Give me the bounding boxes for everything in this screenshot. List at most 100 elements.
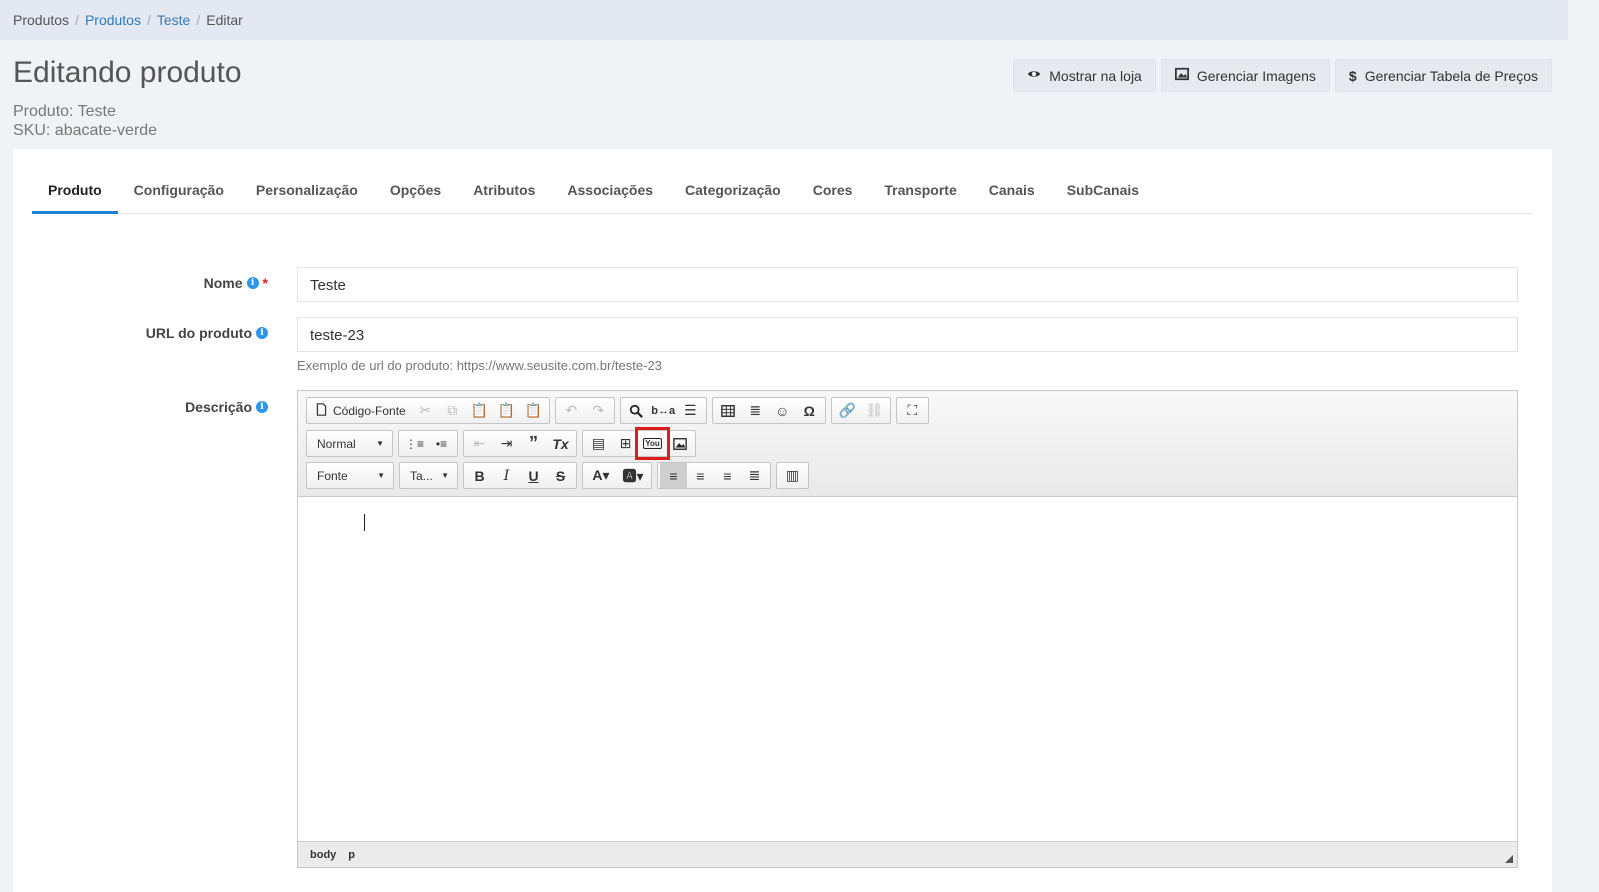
toolbar-group: Código-Fonte ✂ ⧉ 📋 📋 📋 [306,397,550,424]
breadcrumb-root: Produtos [13,12,70,28]
path-body[interactable]: body [310,849,336,861]
table-icon[interactable] [715,398,742,423]
url-label-text: URL do produto [145,325,252,341]
underline-icon[interactable]: U [520,463,547,488]
toolbar-row: Normal ▼ ⋮≡ •≡ ⇤ ⇥ ” Tx ▤ ⊞ You [306,427,696,460]
show-in-store-button[interactable]: Mostrar na loja [1013,59,1156,92]
align-center-icon[interactable]: ≡ [687,463,714,488]
indent-icon[interactable]: ⇥ [493,431,520,456]
text-caret [364,514,365,531]
editor-content-area[interactable] [298,497,1517,841]
outdent-icon[interactable]: ⇤ [466,431,493,456]
breadcrumb-separator: / [75,12,79,28]
document-icon [315,402,328,419]
link-icon[interactable]: 🔗 [834,398,861,423]
name-input[interactable]: Teste [297,267,1518,302]
italic-icon[interactable]: I [493,463,520,488]
breadcrumb: Produtos / Produtos / Teste / Editar [0,0,1568,40]
undo-icon[interactable]: ↶ [558,398,585,423]
bulleted-list-icon[interactable]: •≡ [428,431,455,456]
tab-subcanais[interactable]: SubCanais [1051,169,1155,214]
tab-atributos[interactable]: Atributos [457,169,551,214]
description-label: Descrição i [185,399,268,415]
toolbar-group: b↔a ☰ [619,397,707,424]
resize-handle-icon[interactable] [1505,855,1513,863]
toolbar-group: ≡ ≡ ≡ ≣ [657,462,771,489]
manage-prices-button[interactable]: $ Gerenciar Tabela de Preços [1334,59,1552,92]
show-blocks-icon[interactable]: ▥ [779,463,806,488]
manage-images-button[interactable]: Gerenciar Imagens [1160,59,1330,92]
background-color-icon[interactable]: 🅰▾ [617,463,649,488]
cut-icon[interactable]: ✂ [412,398,439,423]
tab-configuracao[interactable]: Configuração [118,169,240,214]
tab-personalizacao[interactable]: Personalização [240,169,374,214]
info-icon[interactable]: i [256,401,268,413]
tab-opcoes[interactable]: Opções [374,169,457,214]
search-icon[interactable] [623,398,650,423]
toolbar-group: ▥ [776,462,809,489]
tab-associacoes[interactable]: Associações [551,169,669,214]
smiley-icon[interactable]: ☺ [769,398,796,423]
show-in-store-label: Mostrar na loja [1049,67,1142,84]
toolbar-row: Fonte ▼ Ta... ▼ B I U S A▾ 🅰▾ ≡ ≡ ≡ ≣ ▥ [306,462,809,489]
breadcrumb-teste-link[interactable]: Teste [157,12,190,28]
strikethrough-icon[interactable]: S [547,463,574,488]
paste-text-icon[interactable]: 📋 [493,398,520,423]
text-color-icon[interactable]: A▾ [585,463,617,488]
toolbar-row: Código-Fonte ✂ ⧉ 📋 📋 📋 ↶ ↷ b↔a ☰ ≣ ☺ Ω 🔗… [306,397,929,424]
font-select[interactable]: Fonte ▼ [306,462,394,489]
chevron-down-icon: ▼ [376,439,384,448]
tab-canais[interactable]: Canais [973,169,1051,214]
horizontal-line-icon[interactable]: ≣ [742,398,769,423]
toolbar-group: B I U S [463,462,577,489]
video-icon[interactable]: ▤ [585,431,612,456]
page-actions: Mostrar na loja Gerenciar Imagens $ Gere… [1013,59,1552,92]
align-right-icon[interactable]: ≡ [714,463,741,488]
source-label: Código-Fonte [333,403,406,418]
breadcrumb-produtos-link[interactable]: Produtos [85,12,141,28]
product-tabs: Produto Configuração Personalização Opçõ… [32,169,1532,214]
size-select[interactable]: Ta... ▼ [399,462,458,489]
unlink-icon[interactable]: ⛓ [861,398,888,423]
sku-line: SKU: abacate-verde [13,122,158,139]
description-label-text: Descrição [185,399,252,415]
tab-cores[interactable]: Cores [797,169,869,214]
source-button[interactable]: Código-Fonte [309,398,412,423]
bold-icon[interactable]: B [466,463,493,488]
redo-icon[interactable]: ↷ [585,398,612,423]
url-input[interactable]: teste-23 [297,317,1518,352]
maximize-icon[interactable]: ⛶ [899,398,926,423]
size-select-value: Ta... [410,468,433,483]
blockquote-icon[interactable]: ” [520,431,547,456]
toolbar-group: ⛶ [895,397,929,424]
special-char-icon[interactable]: Ω [796,398,823,423]
tab-transporte[interactable]: Transporte [868,169,972,214]
image-icon[interactable] [666,431,693,456]
scrollbar-track[interactable] [1568,0,1599,892]
editor-status-bar: body p [298,841,1517,867]
paste-icon[interactable]: 📋 [466,398,493,423]
path-p[interactable]: p [348,849,355,861]
align-left-icon[interactable]: ≡ [660,463,687,488]
replace-icon[interactable]: b↔a [650,398,677,423]
numbered-list-icon[interactable]: ⋮≡ [401,431,428,456]
info-icon[interactable]: i [256,327,268,339]
select-all-icon[interactable]: ☰ [677,398,704,423]
eye-icon [1027,67,1041,84]
tab-produto[interactable]: Produto [32,169,118,214]
url-hint: Exemplo de url do produto: https://www.s… [297,358,662,373]
copy-icon[interactable]: ⧉ [439,398,466,423]
tab-categorizacao[interactable]: Categorização [669,169,797,214]
format-select[interactable]: Normal ▼ [306,430,393,457]
youtube-icon[interactable]: You [635,427,670,460]
align-justify-icon[interactable]: ≣ [741,463,768,488]
format-select-value: Normal [317,436,356,451]
manage-images-label: Gerenciar Imagens [1196,67,1316,84]
info-icon[interactable]: i [246,277,259,289]
iframe-icon[interactable]: ⊞ [612,431,639,456]
toolbar-group: ⇤ ⇥ ” Tx [463,430,577,457]
remove-format-icon[interactable]: Tx [547,431,574,456]
paste-word-icon[interactable]: 📋 [520,398,547,423]
breadcrumb-current: Editar [206,12,243,28]
toolbar-group: ≣ ☺ Ω [711,397,826,424]
